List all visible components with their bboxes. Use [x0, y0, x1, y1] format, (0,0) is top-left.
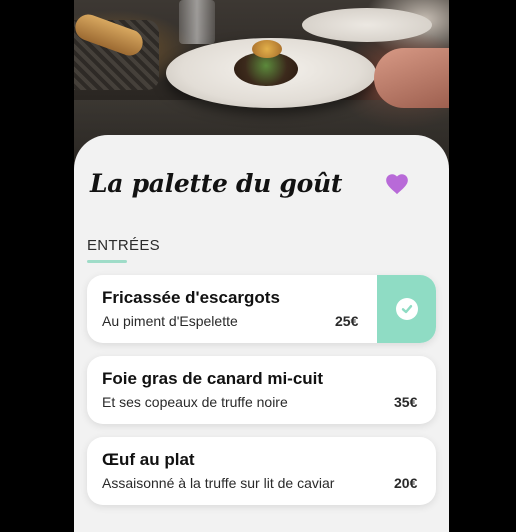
- dish-card[interactable]: Fricassée d'escargots Au piment d'Espele…: [87, 275, 436, 343]
- dish-price: 20€: [394, 475, 418, 491]
- heart-icon[interactable]: [384, 171, 410, 197]
- selected-indicator[interactable]: [377, 275, 436, 343]
- section-underline: [87, 260, 127, 263]
- dish-card[interactable]: Œuf au plat Assaisonné à la truffe sur l…: [87, 437, 436, 505]
- dish-name: Œuf au plat: [102, 450, 195, 469]
- dish-price: 25€: [335, 313, 359, 329]
- dish-description: Assaisonné à la truffe sur lit de caviar: [102, 475, 335, 491]
- dish-description: Et ses copeaux de truffe noire: [102, 394, 288, 410]
- dish-name: Foie gras de canard mi-cuit: [102, 369, 324, 388]
- dish-description: Au piment d'Espelette: [102, 313, 238, 329]
- dish-card[interactable]: Foie gras de canard mi-cuit Et ses copea…: [87, 356, 436, 424]
- app-screen: La palette du goût ENTRÉES Fricassée d'e…: [74, 0, 449, 532]
- checkmark-icon: [395, 298, 418, 320]
- restaurant-title: La palette du goût: [90, 169, 343, 198]
- dish-price: 35€: [394, 394, 418, 410]
- section-title: ENTRÉES: [87, 237, 160, 254]
- menu-sheet: La palette du goût ENTRÉES Fricassée d'e…: [74, 135, 449, 532]
- dish-name: Fricassée d'escargots: [102, 288, 280, 307]
